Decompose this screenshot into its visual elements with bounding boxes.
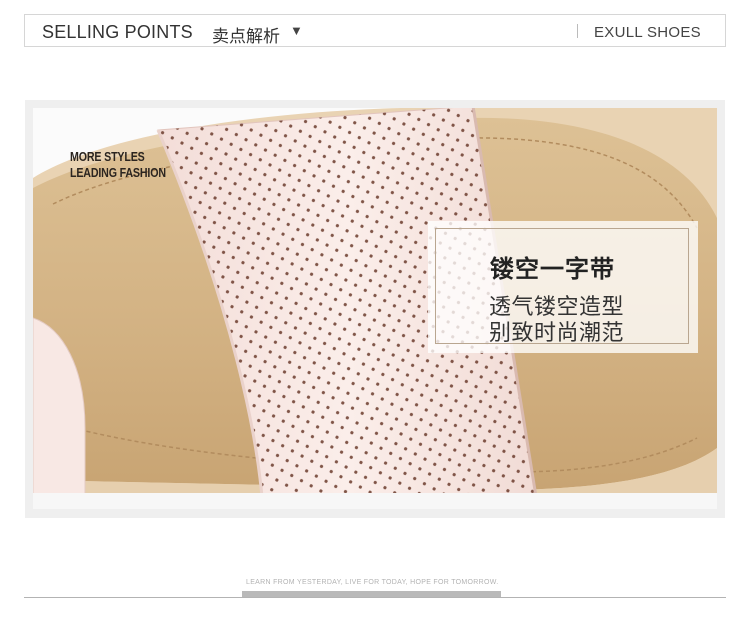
header-divider <box>577 24 578 38</box>
section-header: SELLING POINTS 卖点解析 ▼ EXULL SHOES <box>24 14 726 47</box>
footer-divider <box>24 597 726 598</box>
feature-caption-border: 镂空一字带 透气镂空造型 别致时尚潮范 <box>435 228 689 346</box>
tagline-line-2: LEADING FASHION <box>70 165 166 180</box>
feature-caption: 镂空一字带 透气镂空造型 别致时尚潮范 <box>428 221 698 353</box>
product-photo: MORE STYLES LEADING FASHION 镂空一字带 透气镂空造型… <box>33 108 717 509</box>
feature-title: 镂空一字带 <box>490 255 615 283</box>
product-photo-frame: MORE STYLES LEADING FASHION 镂空一字带 透气镂空造型… <box>25 100 725 518</box>
footer-slogan: LEARN FROM YESTERDAY, LIVE FOR TODAY, HO… <box>246 579 499 586</box>
tagline-line-1: MORE STYLES <box>70 149 145 164</box>
banner-tagline: MORE STYLES LEADING FASHION <box>70 149 166 181</box>
brand-name: EXULL SHOES <box>594 24 701 41</box>
section-title-en: SELLING POINTS <box>42 22 193 42</box>
feature-desc-line-2: 别致时尚潮范 <box>489 321 625 346</box>
caret-down-icon: ▼ <box>290 23 303 38</box>
section-title-cn: 卖点解析 <box>212 27 280 47</box>
